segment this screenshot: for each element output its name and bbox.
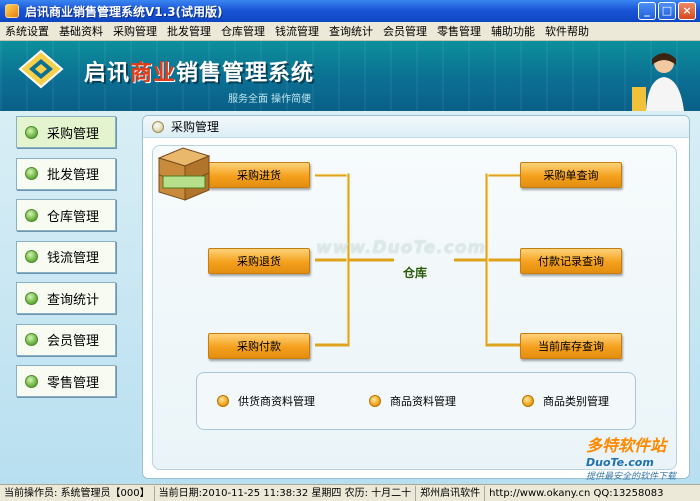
window-controls: _ □ × — [638, 2, 696, 20]
green-dot-icon — [25, 333, 38, 346]
green-dot-icon — [25, 167, 38, 180]
menu-wholesale[interactable]: 批发管理 — [162, 23, 216, 39]
title-bar: 启讯商业销售管理系统V1.3(试用版) _ □ × — [0, 0, 700, 22]
product-management-link[interactable]: 商品资料管理 — [369, 393, 456, 409]
menu-members[interactable]: 会员管理 — [378, 23, 432, 39]
orange-dot-icon — [522, 395, 534, 407]
menu-system-settings[interactable]: 系统设置 — [0, 23, 54, 39]
sidebar-item-members[interactable]: 会员管理 — [16, 323, 116, 356]
maximize-button[interactable]: □ — [658, 2, 676, 20]
quick-link-label: 商品资料管理 — [390, 395, 456, 408]
panel-header: 采购管理 — [143, 116, 689, 138]
quick-link-label: 供货商资料管理 — [238, 395, 315, 408]
banner: 启讯商业销售管理系统 服务全面 操作简便 — [0, 41, 700, 111]
status-date: 当前日期:2010-11-25 11:38:32 星期四 农历: 十月二十 — [155, 485, 417, 501]
menu-retail[interactable]: 零售管理 — [432, 23, 486, 39]
green-dot-icon — [25, 208, 38, 222]
sidebar-item-query-stats[interactable]: 查询统计 — [16, 282, 116, 314]
status-operator: 当前操作员: 系统管理员【000】 — [0, 485, 155, 501]
quick-links-box: 供货商资料管理 商品资料管理 商品类别管理 — [196, 372, 636, 430]
sidebar-item-wholesale[interactable]: 批发管理 — [16, 157, 116, 190]
sidebar-item-label: 仓库管理 — [47, 209, 100, 225]
status-website: http://www.okany.cn QQ:13258083 — [489, 487, 664, 499]
sidebar-item-label: 钱流管理 — [47, 251, 100, 266]
quick-link-label: 商品类别管理 — [543, 395, 609, 408]
minimize-button[interactable]: _ — [638, 2, 656, 20]
watermark-corner: 多特软件站 DuoTe.com 提供最安全的软件下载 — [586, 432, 696, 482]
close-button[interactable]: × — [678, 2, 696, 20]
watermark-corner-sub: DuoTe.com — [586, 456, 654, 469]
menu-help[interactable]: 软件帮助 — [540, 23, 594, 39]
status-bar: 当前操作员: 系统管理员【000】 当前日期:2010-11-25 11:38:… — [0, 484, 700, 501]
flow-diagram: 采购进货 采购退货 采购付款 仓库 采购单查询 付款记录查询 当前库存查询 供货… — [152, 145, 677, 470]
orange-dot-icon — [369, 395, 381, 407]
banner-slogan: 服务全面 操作简便 — [228, 94, 312, 105]
person-illustration-icon — [632, 53, 684, 111]
main-area: 采购管理 批发管理 仓库管理 钱流管理 查询统计 会员管理 零售管理 采购管理 … — [0, 111, 700, 484]
menu-query-stats[interactable]: 查询统计 — [324, 23, 378, 39]
menu-warehouse[interactable]: 仓库管理 — [216, 23, 270, 39]
menu-purchase[interactable]: 采购管理 — [108, 23, 162, 39]
sidebar-item-label: 会员管理 — [47, 334, 100, 349]
app-icon — [5, 4, 19, 18]
sidebar-item-retail[interactable]: 零售管理 — [16, 365, 116, 397]
sidebar-item-label: 查询统计 — [47, 292, 100, 308]
warehouse-label: 仓库 — [403, 266, 428, 280]
banner-title: 启讯商业销售管理系统 — [84, 61, 315, 86]
purchase-panel: 采购管理 采购进货 采购退货 采购付款 仓库 采购单查询 付款记录查询 当前库存… — [142, 115, 690, 479]
green-dot-icon — [25, 374, 38, 388]
logo-icon — [18, 49, 64, 89]
supplier-management-link[interactable]: 供货商资料管理 — [217, 393, 315, 409]
purchase-in-button[interactable]: 采购进货 — [208, 162, 310, 188]
warehouse-crate-icon[interactable] — [153, 146, 213, 202]
window-title: 启讯商业销售管理系统V1.3(试用版) — [25, 4, 223, 19]
sidebar-item-label: 批发管理 — [47, 168, 100, 183]
purchase-return-button[interactable]: 采购退货 — [208, 248, 310, 274]
panel-title: 采购管理 — [171, 120, 220, 134]
sidebar-item-purchase[interactable]: 采购管理 — [16, 116, 116, 148]
purchase-payment-button[interactable]: 采购付款 — [208, 333, 310, 359]
panel-dot-icon — [152, 120, 164, 133]
stock-query-button[interactable]: 当前库存查询 — [520, 333, 622, 359]
payment-record-query-button[interactable]: 付款记录查询 — [520, 248, 622, 274]
menu-bar: 系统设置 基础资料 采购管理 批发管理 仓库管理 钱流管理 查询统计 会员管理 … — [0, 22, 700, 41]
menu-cashflow[interactable]: 钱流管理 — [270, 23, 324, 39]
sidebar: 采购管理 批发管理 仓库管理 钱流管理 查询统计 会员管理 零售管理 — [16, 116, 120, 407]
orange-dot-icon — [217, 395, 229, 407]
category-management-link[interactable]: 商品类别管理 — [522, 393, 609, 409]
status-company: 郑州启讯软件 — [416, 485, 486, 501]
green-dot-icon — [25, 125, 38, 139]
sidebar-item-cashflow[interactable]: 钱流管理 — [16, 240, 116, 273]
sidebar-item-label: 零售管理 — [47, 375, 100, 391]
purchase-order-query-button[interactable]: 采购单查询 — [520, 162, 622, 188]
menu-basic-data[interactable]: 基础资料 — [54, 23, 108, 39]
green-dot-icon — [25, 291, 38, 305]
watermark-corner-title: 多特软件站 — [586, 436, 667, 455]
sidebar-item-warehouse[interactable]: 仓库管理 — [16, 199, 116, 231]
watermark-corner-site: 提供最安全的软件下载 — [586, 472, 677, 482]
green-dot-icon — [25, 250, 38, 263]
watermark-center: www.DuoTe.com — [316, 238, 487, 258]
sidebar-item-label: 采购管理 — [47, 126, 100, 142]
menu-tools[interactable]: 辅助功能 — [486, 23, 540, 39]
